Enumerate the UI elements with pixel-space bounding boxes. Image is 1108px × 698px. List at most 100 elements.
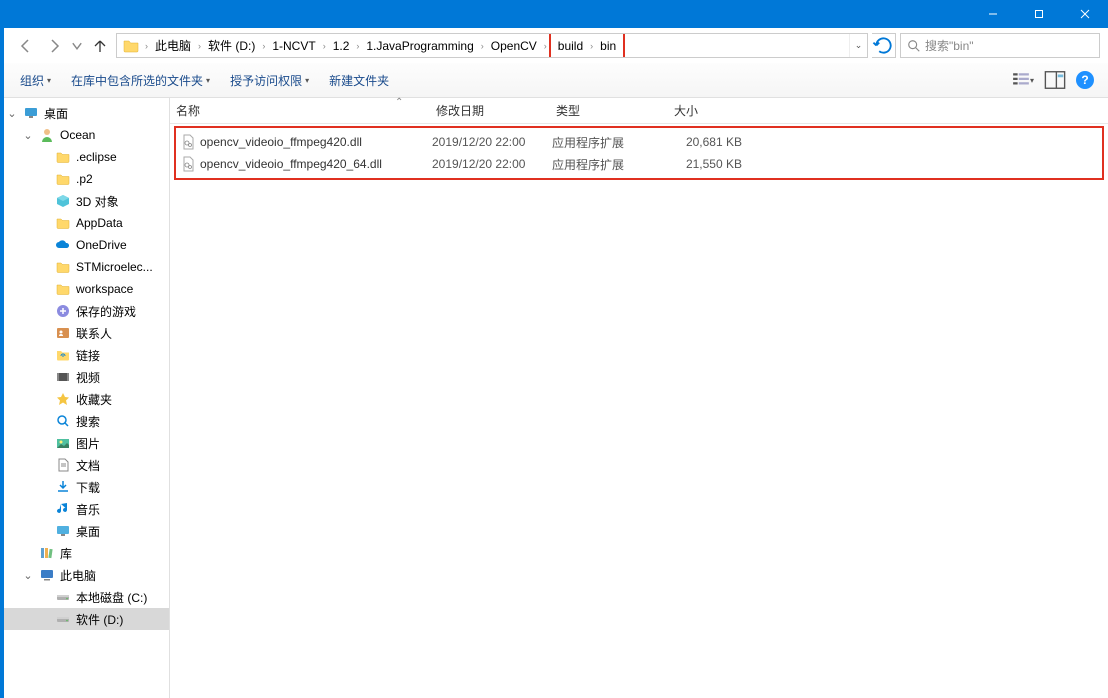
- breadcrumb-segment[interactable]: 软件 (D:): [203, 34, 260, 57]
- search-icon: [907, 39, 921, 53]
- tree-item[interactable]: workspace: [0, 278, 169, 300]
- preview-pane-button[interactable]: [1044, 69, 1066, 91]
- tree-item-label: 图片: [76, 435, 100, 452]
- tree-item[interactable]: STMicroelec...: [0, 256, 169, 278]
- tree-item[interactable]: 联系人: [0, 322, 169, 344]
- tree-item[interactable]: 3D 对象: [0, 190, 169, 212]
- recent-dropdown[interactable]: [70, 34, 84, 58]
- tree-item[interactable]: 库: [0, 542, 169, 564]
- folder-icon: [54, 214, 72, 232]
- minimize-button[interactable]: [970, 0, 1016, 28]
- breadcrumb[interactable]: › 此电脑›软件 (D:)›1-NCVT›1.2›1.JavaProgrammi…: [117, 34, 849, 57]
- tree-item[interactable]: 视频: [0, 366, 169, 388]
- tree-item-label: 本地磁盘 (C:): [76, 589, 147, 606]
- tree-item-label: .p2: [76, 172, 93, 186]
- tree-item[interactable]: 下载: [0, 476, 169, 498]
- tree-item-label: .eclipse: [76, 150, 117, 164]
- tree-item-label: 下载: [76, 479, 100, 496]
- forward-button[interactable]: [42, 34, 66, 58]
- file-type: 应用程序扩展: [552, 156, 670, 173]
- new-folder-button[interactable]: 新建文件夹: [323, 69, 395, 92]
- tree-item[interactable]: .eclipse: [0, 146, 169, 168]
- chevron-right-icon: ›: [542, 41, 549, 51]
- breadcrumb-segment[interactable]: 此电脑: [150, 34, 196, 57]
- organize-menu[interactable]: 组织▾: [14, 69, 57, 92]
- tree-item[interactable]: 文档: [0, 454, 169, 476]
- tree-item-label: AppData: [76, 216, 123, 230]
- close-button[interactable]: [1062, 0, 1108, 28]
- fav-icon: [54, 390, 72, 408]
- tree-item[interactable]: ⌄ 此电脑: [0, 564, 169, 586]
- chevron-right-icon: ›: [260, 41, 267, 51]
- file-type: 应用程序扩展: [552, 134, 670, 151]
- drive-icon: [54, 610, 72, 628]
- tree-item-label: 保存的游戏: [76, 303, 136, 320]
- chevron-right-icon: ›: [479, 41, 486, 51]
- links-icon: [54, 346, 72, 364]
- breadcrumb-segment[interactable]: 1.2: [328, 34, 355, 57]
- libraries-icon: [38, 544, 56, 562]
- tree-item[interactable]: AppData: [0, 212, 169, 234]
- back-button[interactable]: [14, 34, 38, 58]
- tree-item-label: 此电脑: [60, 567, 96, 584]
- navigation-tree[interactable]: ⌄桌面⌄Ocean.eclipse.p23D 对象AppDataOneDrive…: [0, 98, 170, 698]
- maximize-button[interactable]: [1016, 0, 1062, 28]
- 3d-icon: [54, 192, 72, 210]
- breadcrumb-segment[interactable]: bin: [595, 34, 621, 57]
- share-menu[interactable]: 授予访问权限▾: [224, 69, 315, 92]
- tree-expand-icon[interactable]: ⌄: [6, 107, 18, 120]
- tree-item[interactable]: 音乐: [0, 498, 169, 520]
- tree-item[interactable]: 收藏夹: [0, 388, 169, 410]
- tree-item[interactable]: ⌄ Ocean: [0, 124, 169, 146]
- tree-item-label: 软件 (D:): [76, 611, 123, 628]
- column-name[interactable]: 名称: [170, 102, 430, 119]
- chevron-right-icon: ›: [196, 41, 203, 51]
- folder-icon: [54, 280, 72, 298]
- address-bar: › 此电脑›软件 (D:)›1-NCVT›1.2›1.JavaProgrammi…: [0, 28, 1108, 63]
- games-icon: [54, 302, 72, 320]
- breadcrumb-segment[interactable]: build: [553, 34, 588, 57]
- breadcrumb-segment[interactable]: 1.JavaProgramming: [361, 34, 478, 57]
- breadcrumb-segment[interactable]: 1-NCVT: [267, 34, 320, 57]
- refresh-button[interactable]: [872, 33, 896, 58]
- up-button[interactable]: [88, 34, 112, 58]
- tree-item[interactable]: 保存的游戏: [0, 300, 169, 322]
- column-resize-handle-icon[interactable]: ⌃: [395, 97, 403, 108]
- tree-item-label: Ocean: [60, 128, 95, 142]
- column-size[interactable]: 大小: [668, 102, 758, 119]
- tree-expand-icon[interactable]: ⌄: [22, 569, 34, 582]
- column-headers[interactable]: 名称 修改日期 类型 大小 ⌃: [170, 98, 1108, 124]
- tree-item-label: 搜索: [76, 413, 100, 430]
- column-type[interactable]: 类型: [550, 102, 668, 119]
- column-date[interactable]: 修改日期: [430, 102, 550, 119]
- tree-item[interactable]: 桌面: [0, 520, 169, 542]
- tree-item[interactable]: OneDrive: [0, 234, 169, 256]
- onedrive-icon: [54, 236, 72, 254]
- dll-file-icon: [179, 133, 197, 151]
- file-row[interactable]: opencv_videoio_ffmpeg420_64.dll2019/12/2…: [176, 153, 1102, 175]
- titlebar: [0, 0, 1108, 28]
- tree-item-label: STMicroelec...: [76, 260, 153, 274]
- tree-expand-icon[interactable]: ⌄: [22, 129, 34, 142]
- tree-item[interactable]: .p2: [0, 168, 169, 190]
- folder-icon: [54, 170, 72, 188]
- desktop2-icon: [54, 522, 72, 540]
- tree-item[interactable]: 图片: [0, 432, 169, 454]
- view-options-button[interactable]: ▾: [1012, 69, 1034, 91]
- tree-item[interactable]: 搜索: [0, 410, 169, 432]
- file-date: 2019/12/20 22:00: [432, 157, 552, 171]
- tree-item[interactable]: 链接: [0, 344, 169, 366]
- search-input[interactable]: 搜索"bin": [900, 33, 1100, 58]
- help-button[interactable]: ?: [1076, 71, 1094, 89]
- tree-item-label: 文档: [76, 457, 100, 474]
- tree-item[interactable]: ⌄桌面: [0, 102, 169, 124]
- pictures-icon: [54, 434, 72, 452]
- address-dropdown[interactable]: ⌄: [849, 34, 867, 57]
- breadcrumb-segment[interactable]: OpenCV: [486, 34, 542, 57]
- tree-item-label: 联系人: [76, 325, 112, 342]
- tree-item[interactable]: 本地磁盘 (C:): [0, 586, 169, 608]
- file-row[interactable]: opencv_videoio_ffmpeg420.dll2019/12/20 2…: [176, 131, 1102, 153]
- dll-file-icon: [179, 155, 197, 173]
- include-in-library-menu[interactable]: 在库中包含所选的文件夹▾: [65, 69, 216, 92]
- tree-item[interactable]: 软件 (D:): [0, 608, 169, 630]
